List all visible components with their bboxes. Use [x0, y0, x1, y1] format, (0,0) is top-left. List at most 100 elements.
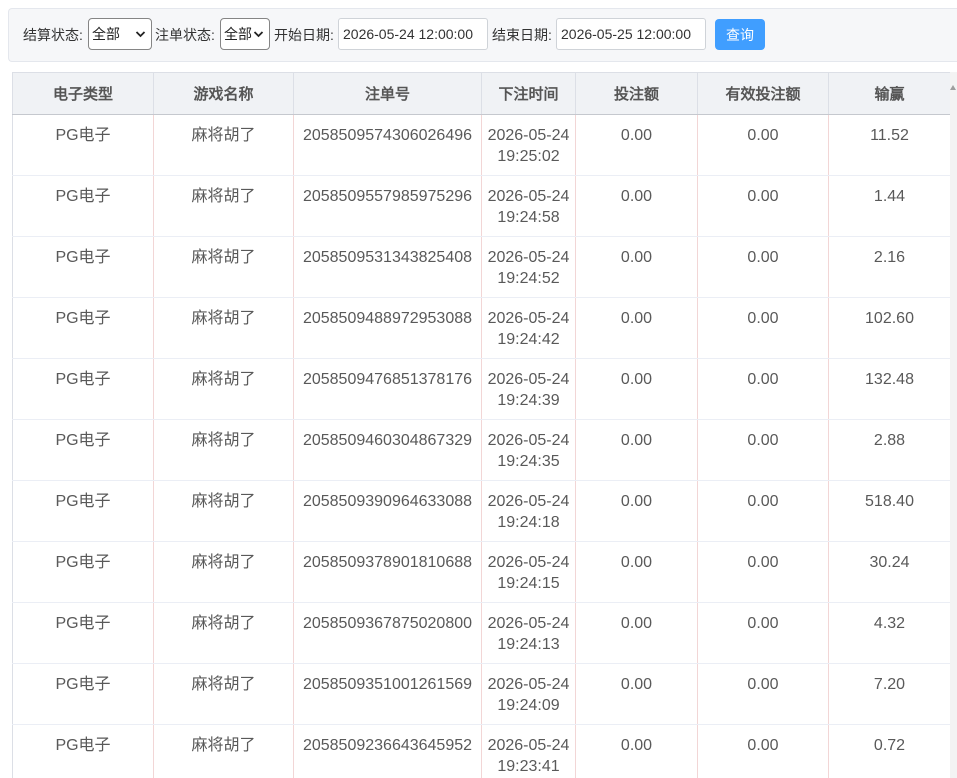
settle-status-value: 全部 — [92, 26, 120, 42]
filter-bar: 结算状态: 全部 注单状态: 全部 开始日期: 结束日期: 查询 — [8, 8, 957, 62]
cell-win-loss: 2.88 — [828, 419, 950, 481]
cell-bet-time: 2026-05-24 19:25:02 — [481, 114, 576, 176]
cell-game-name: 麻将胡了 — [153, 724, 294, 778]
cell-win-loss: 30.24 — [828, 541, 950, 603]
cell-bet-time: 2026-05-24 19:24:18 — [481, 480, 576, 542]
cell-win-loss: 0.72 — [828, 724, 950, 778]
cell-bet-time: 2026-05-24 19:24:58 — [481, 175, 576, 237]
start-date-input[interactable] — [338, 18, 488, 50]
cell-win-loss: 11.52 — [828, 114, 950, 176]
cell-game-type: PG电子 — [12, 419, 154, 481]
cell-valid-bet-amount: 0.00 — [697, 602, 829, 664]
cell-game-name: 麻将胡了 — [153, 175, 294, 237]
bet-records-table-container: 电子类型 游戏名称 注单号 下注时间 投注额 有效投注额 输赢 PG电子 麻将胡… — [12, 72, 950, 778]
cell-game-type: PG电子 — [12, 480, 154, 542]
cell-valid-bet-amount: 0.00 — [697, 480, 829, 542]
cell-bet-id: 2058509531343825408 — [293, 236, 482, 298]
settle-status-select[interactable]: 全部 — [88, 18, 152, 50]
settle-status-label: 结算状态: — [23, 27, 83, 43]
cell-bet-id: 2058509557985975296 — [293, 175, 482, 237]
table-row: PG电子 麻将胡了 2058509378901810688 2026-05-24… — [12, 541, 950, 603]
column-header-bet-id: 注单号 — [293, 72, 482, 115]
chevron-down-icon — [253, 31, 264, 38]
table-body: PG电子 麻将胡了 2058509574306026496 2026-05-24… — [12, 114, 950, 778]
table-row: PG电子 麻将胡了 2058509367875020800 2026-05-24… — [12, 602, 950, 664]
cell-valid-bet-amount: 0.00 — [697, 358, 829, 420]
cell-bet-amount: 0.00 — [575, 480, 698, 542]
cell-bet-time: 2026-05-24 19:24:39 — [481, 358, 576, 420]
cell-bet-amount: 0.00 — [575, 541, 698, 603]
column-header-valid-bet-amount: 有效投注额 — [697, 72, 829, 115]
cell-win-loss: 1.44 — [828, 175, 950, 237]
column-header-bet-amount: 投注额 — [575, 72, 698, 115]
cell-bet-id: 2058509476851378176 — [293, 358, 482, 420]
table-row: PG电子 麻将胡了 2058509236643645952 2026-05-24… — [12, 724, 950, 778]
cell-bet-time: 2026-05-24 19:24:15 — [481, 541, 576, 603]
cell-win-loss: 4.32 — [828, 602, 950, 664]
cell-bet-id: 2058509460304867329 — [293, 419, 482, 481]
cell-win-loss: 7.20 — [828, 663, 950, 725]
cell-valid-bet-amount: 0.00 — [697, 114, 829, 176]
cell-bet-amount: 0.00 — [575, 602, 698, 664]
cell-bet-time: 2026-05-24 19:24:13 — [481, 602, 576, 664]
column-header-win-loss: 输赢 — [828, 72, 950, 115]
cell-bet-id: 2058509367875020800 — [293, 602, 482, 664]
cell-game-name: 麻将胡了 — [153, 297, 294, 359]
cell-bet-amount: 0.00 — [575, 236, 698, 298]
cell-win-loss: 518.40 — [828, 480, 950, 542]
cell-game-name: 麻将胡了 — [153, 358, 294, 420]
cell-bet-amount: 0.00 — [575, 358, 698, 420]
start-date-label: 开始日期: — [274, 27, 334, 43]
cell-valid-bet-amount: 0.00 — [697, 297, 829, 359]
cell-game-name: 麻将胡了 — [153, 114, 294, 176]
cell-game-type: PG电子 — [12, 663, 154, 725]
cell-bet-id: 2058509378901810688 — [293, 541, 482, 603]
cell-bet-amount: 0.00 — [575, 114, 698, 176]
bet-status-select[interactable]: 全部 — [220, 18, 270, 50]
cell-bet-id: 2058509351001261569 — [293, 663, 482, 725]
scroll-up-arrow-icon[interactable] — [950, 85, 956, 90]
cell-game-type: PG电子 — [12, 602, 154, 664]
cell-win-loss: 132.48 — [828, 358, 950, 420]
column-header-bet-time: 下注时间 — [481, 72, 576, 115]
cell-game-name: 麻将胡了 — [153, 663, 294, 725]
cell-bet-id: 2058509574306026496 — [293, 114, 482, 176]
end-date-label: 结束日期: — [492, 27, 552, 43]
cell-game-type: PG电子 — [12, 358, 154, 420]
bet-status-value: 全部 — [224, 26, 252, 42]
cell-valid-bet-amount: 0.00 — [697, 236, 829, 298]
table-row: PG电子 麻将胡了 2058509531343825408 2026-05-24… — [12, 236, 950, 298]
cell-bet-amount: 0.00 — [575, 297, 698, 359]
end-date-input[interactable] — [556, 18, 706, 50]
cell-valid-bet-amount: 0.00 — [697, 175, 829, 237]
cell-game-name: 麻将胡了 — [153, 480, 294, 542]
bet-records-table: 电子类型 游戏名称 注单号 下注时间 投注额 有效投注额 输赢 PG电子 麻将胡… — [12, 72, 950, 778]
cell-win-loss: 102.60 — [828, 297, 950, 359]
cell-game-type: PG电子 — [12, 297, 154, 359]
cell-game-type: PG电子 — [12, 114, 154, 176]
table-header: 电子类型 游戏名称 注单号 下注时间 投注额 有效投注额 输赢 — [12, 72, 950, 115]
cell-bet-id: 2058509488972953088 — [293, 297, 482, 359]
cell-game-name: 麻将胡了 — [153, 419, 294, 481]
cell-game-type: PG电子 — [12, 541, 154, 603]
cell-bet-time: 2026-05-24 19:24:52 — [481, 236, 576, 298]
cell-bet-amount: 0.00 — [575, 724, 698, 778]
cell-game-type: PG电子 — [12, 175, 154, 237]
table-row: PG电子 麻将胡了 2058509390964633088 2026-05-24… — [12, 480, 950, 542]
table-row: PG电子 麻将胡了 2058509574306026496 2026-05-24… — [12, 114, 950, 176]
bet-status-label: 注单状态: — [155, 27, 215, 43]
chevron-down-icon — [135, 31, 146, 38]
cell-bet-time: 2026-05-24 19:24:35 — [481, 419, 576, 481]
cell-game-type: PG电子 — [12, 236, 154, 298]
cell-game-name: 麻将胡了 — [153, 602, 294, 664]
cell-game-type: PG电子 — [12, 724, 154, 778]
cell-bet-amount: 0.00 — [575, 419, 698, 481]
column-header-game-type: 电子类型 — [12, 72, 154, 115]
query-button[interactable]: 查询 — [715, 19, 765, 50]
cell-game-name: 麻将胡了 — [153, 541, 294, 603]
cell-bet-time: 2026-05-24 19:23:41 — [481, 724, 576, 778]
vertical-scrollbar[interactable] — [950, 72, 957, 778]
cell-game-name: 麻将胡了 — [153, 236, 294, 298]
cell-win-loss: 2.16 — [828, 236, 950, 298]
cell-valid-bet-amount: 0.00 — [697, 724, 829, 778]
